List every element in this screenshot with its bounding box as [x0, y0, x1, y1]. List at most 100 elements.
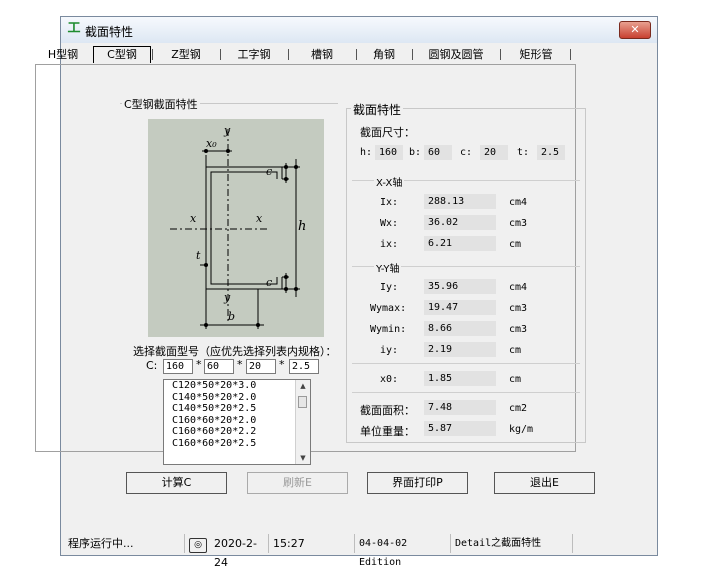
wx-unit: cm3 [509, 218, 528, 229]
tab-rect-tube[interactable]: 矩形管 [505, 47, 567, 62]
xx-axis-label: X-X轴 [374, 174, 405, 189]
wymin-value: 8.66 [424, 321, 496, 336]
tab-c-steel[interactable]: C型钢 [93, 46, 151, 63]
c-prefix-label: C: [146, 359, 158, 372]
wymax-label: Wymax: [370, 303, 407, 314]
tab-i-beam[interactable]: 工字钢 [223, 47, 285, 62]
area-separator [352, 392, 580, 393]
x0-value: 1.85 [424, 371, 496, 386]
c-profile-outer [205, 166, 283, 290]
app-icon: 工 [67, 21, 81, 36]
iy-unit: cm4 [509, 282, 528, 293]
wymin-label: Wymin: [370, 324, 407, 335]
size-label: 截面尺寸： [360, 126, 415, 139]
section-list[interactable]: C120*50*20*3.0 C140*50*20*2.0 C140*50*20… [163, 379, 311, 465]
iy-radius-label: iy: [380, 345, 399, 356]
scroll-up-icon[interactable]: ▲ [296, 382, 310, 390]
times-sign: * [237, 358, 243, 371]
wx-label: Wx: [380, 218, 399, 229]
list-item[interactable]: C160*60*20*2.2 [164, 426, 310, 438]
iy-radius-unit: cm [509, 345, 522, 356]
select-prompt: 选择截面型号（应优先选择列表内规格）： [133, 345, 337, 358]
x-right-label: x [256, 212, 263, 225]
list-item[interactable]: C160*60*20*2.0 [164, 415, 310, 427]
wymax-value: 19.47 [424, 300, 496, 315]
tab-separator [288, 49, 289, 60]
b-label: b [228, 310, 236, 323]
calculate-button[interactable]: 计算C [126, 472, 227, 494]
exit-button[interactable]: 退出E [494, 472, 595, 494]
print-button[interactable]: 界面打印P [367, 472, 468, 494]
x0-label: x0: [380, 374, 399, 385]
tab-separator [220, 49, 221, 60]
tab-separator [500, 49, 501, 60]
list-scrollbar[interactable]: ▲ ▼ [295, 380, 310, 464]
scroll-thumb[interactable] [298, 396, 307, 408]
dim-t-label: t: [517, 147, 530, 158]
iy-value: 35.96 [424, 279, 496, 294]
left-group-title: C型钢截面特性 [122, 96, 200, 112]
dim-t-value: 2.5 [537, 145, 565, 160]
list-item[interactable]: C160*60*20*2.5 [164, 438, 310, 450]
iy-label: Iy: [380, 282, 399, 293]
tab-h-steel[interactable]: H型钢 [35, 47, 91, 62]
times-sign: * [196, 358, 202, 371]
close-button[interactable]: ✕ [619, 21, 651, 39]
y-bottom-label: y [224, 291, 231, 304]
status-empty [572, 534, 652, 553]
c-input[interactable]: 20 [246, 359, 276, 374]
tab-round-pipe[interactable]: 圆钢及圆管 [415, 47, 497, 62]
y-top-label: y [224, 124, 231, 137]
ix-radius-value: 6.21 [424, 236, 496, 251]
tab-separator [152, 49, 153, 60]
ix-radius-label: ix: [380, 239, 399, 250]
x0-label: x₀ [206, 137, 217, 150]
tab-separator [412, 49, 413, 60]
ix-label: Ix: [380, 197, 399, 208]
status-bar: 程序运行中... ◎ 2020-2-24 15:27 04-04-02 Edit… [60, 531, 658, 569]
dim-h-label: h: [360, 147, 373, 158]
title-bar: 工 截面特性 ✕ [61, 17, 657, 43]
times-sign: * [279, 358, 285, 371]
h-label: h [298, 219, 307, 234]
tab-strip: H型钢 C型钢 Z型钢 工字钢 槽钢 角钢 圆钢及圆管 矩形管 [35, 46, 576, 64]
left-group-border: C型钢截面特性 [120, 96, 338, 112]
scroll-down-icon[interactable]: ▼ [296, 454, 310, 462]
wx-value: 36.02 [424, 215, 496, 230]
ix-radius-unit: cm [509, 239, 522, 250]
iy-radius-value: 2.19 [424, 342, 496, 357]
x0-separator [352, 363, 580, 364]
list-item[interactable]: C140*50*20*2.0 [164, 392, 310, 404]
c-section-diagram: y y x x x₀ c c h t b [148, 119, 324, 337]
t-input[interactable]: 2.5 [289, 359, 319, 374]
c-bottom-label: c [266, 276, 273, 289]
weight-label: 单位重量： [360, 425, 415, 438]
wymax-unit: cm3 [509, 303, 528, 314]
x-left-label: x [190, 212, 197, 225]
tab-separator [570, 49, 571, 60]
h-input[interactable]: 160 [163, 359, 193, 374]
status-icon-cell: ◎ [184, 534, 210, 553]
status-date: 2020-2-24 [214, 537, 257, 569]
wymin-unit: cm3 [509, 324, 528, 335]
refresh-button[interactable]: 刷新E [247, 472, 348, 494]
dim-c-value: 20 [480, 145, 508, 160]
status-time: 15:27 [268, 534, 354, 553]
t-label: t [196, 249, 201, 262]
list-item[interactable]: C120*50*20*3.0 [164, 380, 310, 392]
status-detail: Detail之截面特性 [450, 534, 572, 553]
area-unit: cm2 [509, 403, 528, 414]
yy-axis-label: Y-Y轴 [374, 260, 402, 275]
properties-title: 截面特性 [351, 101, 404, 118]
ix-value: 288.13 [424, 194, 496, 209]
b-input[interactable]: 60 [204, 359, 234, 374]
c-profile-inner [210, 171, 278, 285]
camera-icon: ◎ [189, 538, 207, 553]
tab-channel[interactable]: 槽钢 [291, 47, 353, 62]
weight-unit: kg/m [509, 424, 534, 435]
tab-z-steel[interactable]: Z型钢 [155, 47, 217, 62]
area-value: 7.48 [424, 400, 496, 415]
tab-angle[interactable]: 角钢 [359, 47, 409, 62]
dim-h-value: 160 [375, 145, 403, 160]
list-item[interactable]: C140*50*20*2.5 [164, 403, 310, 415]
